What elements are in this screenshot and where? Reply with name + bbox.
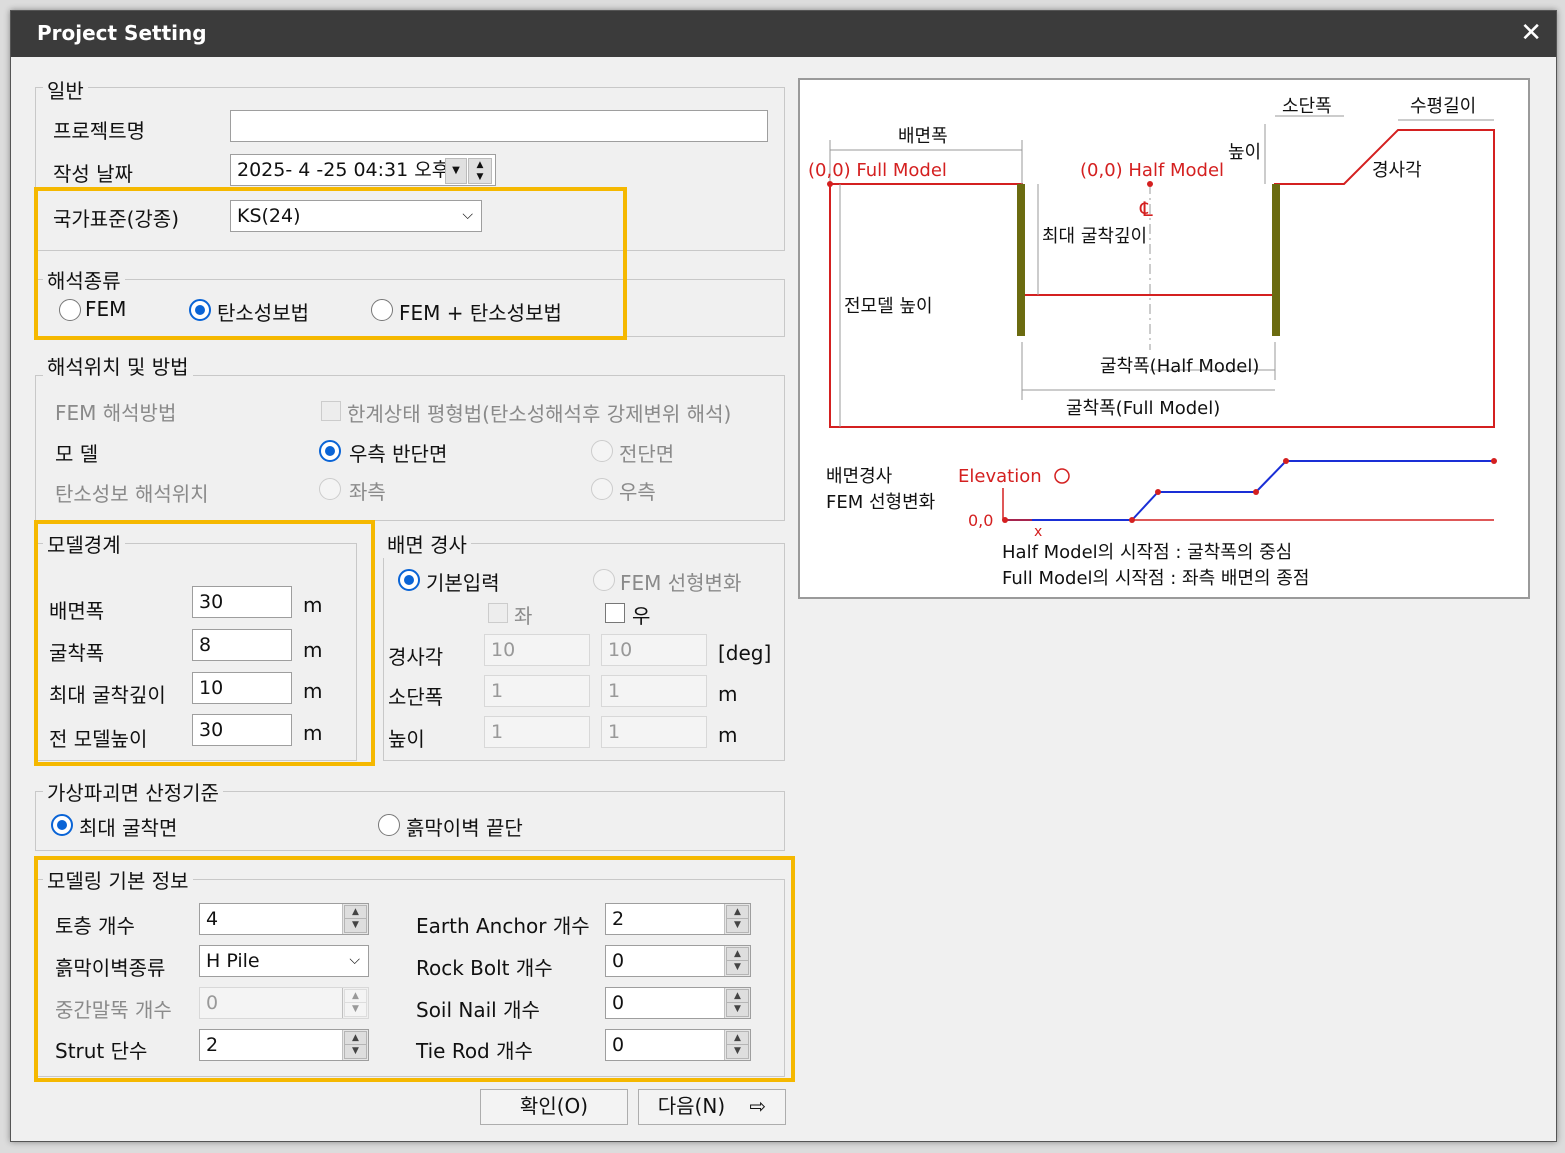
window-title: Project Setting: [37, 21, 207, 45]
slope-angle-unit: [deg]: [718, 641, 772, 665]
highlight-standard-analysis: [34, 187, 627, 340]
diagram-back-width: 배면폭: [898, 126, 948, 147]
date-value: 2025- 4 -25 04:31 오후: [237, 159, 450, 181]
ep-left-label[interactable]: 좌측: [349, 476, 386, 505]
berm-width-unit: m: [718, 682, 738, 706]
diagram-fem-linear: FEM 선형변화: [826, 492, 935, 513]
project-name-input[interactable]: [230, 110, 768, 142]
ep-right-radio[interactable]: [591, 478, 613, 500]
max-excavation-radio[interactable]: [51, 814, 73, 836]
diagram-centerline: ℄: [1139, 197, 1153, 221]
next-button[interactable]: 다음(N) ⇨: [638, 1089, 786, 1125]
slope-right-label: 우: [632, 604, 651, 628]
left-wall: [1017, 184, 1025, 336]
ep-right-label[interactable]: 우측: [619, 476, 656, 505]
fem-linear-label[interactable]: FEM 선형변화: [620, 567, 741, 596]
slope-profile-line: [1005, 460, 1494, 521]
close-icon[interactable]: ✕: [1520, 19, 1542, 47]
diagram-model-height: 전모델 높이: [844, 296, 933, 317]
full-origin-point: [827, 181, 833, 187]
model-label: 모 델: [55, 442, 99, 466]
diagram-full-model: (0,0) Full Model: [808, 160, 947, 181]
project-setting-dialog: Project Setting ✕ 일반 프로젝트명 작성 날짜 2025- 4…: [10, 10, 1557, 1142]
date-label: 작성 날짜: [53, 162, 133, 186]
berm-width-left-input[interactable]: 1: [484, 675, 590, 707]
model-full-radio[interactable]: [591, 440, 613, 462]
slope-angle-left-input[interactable]: 10: [484, 634, 590, 666]
ep-left-radio[interactable]: [319, 478, 341, 500]
title-bar[interactable]: Project Setting ✕: [11, 11, 1556, 57]
virtual-failure-legend: 가상파괴면 산정기준: [43, 777, 223, 806]
diagram-half-model: (0,0) Half Model: [1080, 160, 1224, 181]
slope-height-right-input[interactable]: 1: [601, 716, 707, 748]
limit-state-label: 한계상태 평형법(탄소성해석후 강제변위 해석): [347, 402, 732, 426]
slope-right-checkbox[interactable]: [605, 603, 625, 623]
slope-angle-right-input[interactable]: 10: [601, 634, 707, 666]
ok-button-label: 확인(O): [519, 1094, 589, 1118]
model-full-label[interactable]: 전단면: [619, 438, 674, 467]
date-dropdown-icon[interactable]: ▼: [445, 158, 467, 184]
right-wall: [1272, 184, 1280, 336]
elevation-plus-icon: [1054, 468, 1070, 484]
highlight-model-boundary: [34, 520, 375, 766]
berm-width-right-input[interactable]: 1: [601, 675, 707, 707]
diagram-exc-half: 굴착폭(Half Model): [1100, 356, 1259, 377]
ep-position-label: 탄소성보 해석위치: [55, 482, 209, 506]
slope-left-checkbox[interactable]: [488, 603, 508, 623]
fem-method-label: FEM 해석방법: [55, 401, 177, 425]
slope-left-label: 좌: [514, 604, 533, 628]
limit-state-checkbox[interactable]: [321, 401, 341, 421]
diagram-slope-angle: 경사각: [1372, 160, 1422, 181]
general-legend: 일반: [43, 75, 88, 104]
model-diagram: 배면폭 (0,0) Full Model (0,0) Half Model 높이…: [808, 96, 1497, 589]
date-spin-icon[interactable]: ▲ ▼: [468, 158, 492, 184]
slope-height-left-input[interactable]: 1: [484, 716, 590, 748]
diagram-berm-width: 소단폭: [1282, 96, 1332, 117]
fem-linear-radio[interactable]: [593, 569, 615, 591]
date-picker[interactable]: 2025- 4 -25 04:31 오후 ▼ ▲ ▼: [230, 154, 496, 186]
wall-end-label[interactable]: 흙막이벽 끝단: [406, 812, 523, 841]
diagram-exc-full: 굴착폭(Full Model): [1066, 398, 1220, 419]
slope-height-unit: m: [718, 723, 738, 747]
diagram-note1: Half Model의 시작점 : 굴착폭의 중심: [1002, 542, 1292, 563]
diagram-back-slope: 배면경사: [826, 466, 893, 487]
diagram-origin: 0,0: [968, 511, 993, 530]
analysis-position-legend: 해석위치 및 방법: [43, 351, 193, 380]
diagram-horiz-length: 수평길이: [1410, 96, 1476, 117]
model-preview-panel: 배면폭 (0,0) Full Model (0,0) Half Model 높이…: [798, 78, 1530, 599]
diagram-elevation: Elevation: [958, 466, 1042, 487]
arrow-right-icon: ⇨: [749, 1094, 767, 1118]
model-right-half-radio[interactable]: [319, 440, 341, 462]
basic-input-radio[interactable]: [398, 569, 420, 591]
diagram-x-axis: x: [1034, 524, 1042, 540]
basic-input-label[interactable]: 기본입력: [426, 567, 500, 596]
back-slope-legend: 배면 경사: [383, 529, 471, 558]
diagram-max-depth: 최대 굴착깊이: [1042, 226, 1147, 247]
ok-button[interactable]: 확인(O): [480, 1089, 628, 1125]
wall-end-radio[interactable]: [378, 814, 400, 836]
diagram-note2: Full Model의 시작점 : 좌측 배면의 종점: [1002, 568, 1309, 589]
slope-angle-label: 경사각: [388, 645, 444, 669]
model-right-half-label[interactable]: 우측 반단면: [349, 438, 447, 467]
project-name-label: 프로젝트명: [53, 119, 145, 143]
half-origin-point: [1147, 181, 1153, 187]
berm-width-label: 소단폭: [388, 685, 444, 709]
diagram-height: 높이: [1228, 142, 1261, 163]
highlight-modeling-info: [34, 856, 795, 1082]
max-excavation-label[interactable]: 최대 굴착면: [79, 812, 177, 841]
slope-height-label: 높이: [388, 727, 425, 751]
next-button-label: 다음(N): [657, 1094, 726, 1118]
